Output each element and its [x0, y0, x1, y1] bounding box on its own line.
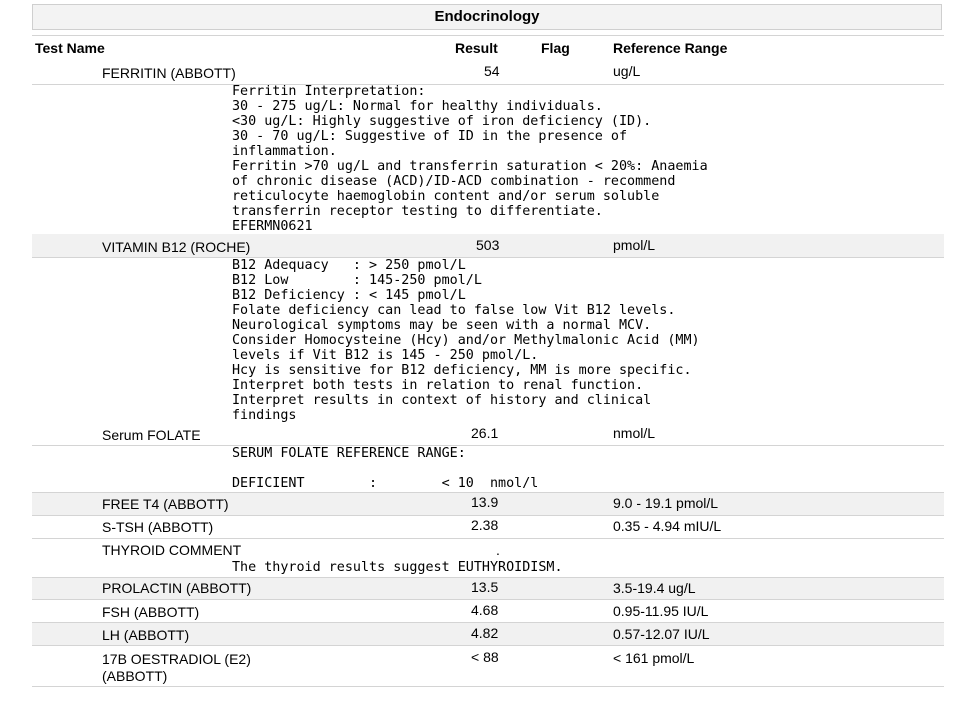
row-divider [32, 622, 944, 623]
column-header-test-name: Test Name [35, 40, 105, 56]
reference-range: 9.0 - 19.1 pmol/L [613, 495, 719, 511]
test-name: FSH (ABBOTT) [102, 604, 200, 620]
section-header: Endocrinology [32, 4, 942, 30]
test-result: 54 [484, 63, 500, 79]
test-name: FERRITIN (ABBOTT) [102, 65, 236, 81]
test-result: . [496, 542, 500, 558]
test-result: 26.1 [471, 425, 499, 441]
test-result: 4.82 [471, 625, 499, 641]
row-divider [32, 577, 944, 578]
test-name: PROLACTIN (ABBOTT) [102, 580, 252, 596]
reference-range: ug/L [613, 63, 641, 79]
row-divider [32, 515, 944, 516]
column-header-reference-range: Reference Range [613, 40, 728, 56]
reference-range: < 161 pmol/L [613, 650, 695, 666]
row-divider [32, 492, 944, 493]
reference-range: 0.57-12.07 IU/L [613, 626, 710, 642]
test-name: VITAMIN B12 (ROCHE) [102, 239, 251, 255]
thyroid-comment: The thyroid results suggest EUTHYROIDISM… [232, 560, 563, 575]
test-name: 17B OESTRADIOL (E2) (ABBOTT) [102, 651, 251, 684]
test-name: S-TSH (ABBOTT) [102, 519, 214, 535]
test-name: FREE T4 (ABBOTT) [102, 496, 229, 512]
test-name: LH (ABBOTT) [102, 627, 190, 643]
row-divider [32, 599, 944, 600]
reference-range: 0.35 - 4.94 mIU/L [613, 518, 722, 534]
row-divider [32, 645, 944, 646]
row-divider [32, 538, 944, 539]
reference-range: nmol/L [613, 425, 656, 441]
reference-range: 3.5-19.4 ug/L [613, 580, 696, 596]
test-result: 503 [476, 237, 500, 253]
folate-reference-comment: SERUM FOLATE REFERENCE RANGE: DEFICIENT … [232, 446, 539, 491]
test-name: THYROID COMMENT [102, 542, 242, 558]
test-result: 13.9 [471, 494, 499, 510]
test-name: Serum FOLATE [102, 427, 201, 443]
ferritin-interpretation-comment: Ferritin Interpretation: 30 - 275 ug/L: … [232, 84, 708, 234]
test-result: < 88 [471, 649, 499, 665]
row-divider [32, 686, 944, 687]
test-result: 13.5 [471, 579, 499, 595]
column-header-flag: Flag [541, 40, 570, 56]
reference-range: 0.95-11.95 IU/L [613, 603, 709, 619]
reference-range: pmol/L [613, 237, 656, 253]
header-divider [32, 35, 944, 36]
test-result: 4.68 [471, 602, 499, 618]
column-header-result: Result [455, 40, 498, 56]
b12-interpretation-comment: B12 Adequacy : > 250 pmol/L B12 Low : 14… [232, 258, 700, 423]
test-result: 2.38 [471, 517, 499, 533]
